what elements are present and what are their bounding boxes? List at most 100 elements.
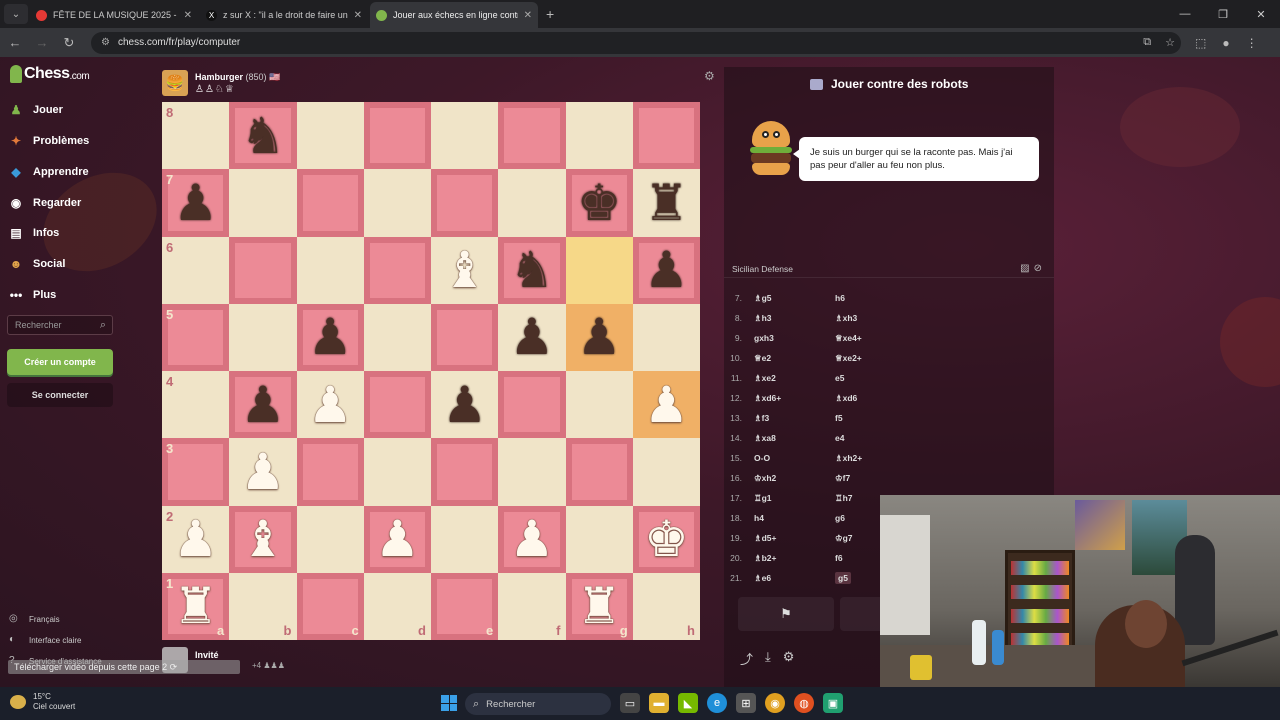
white-move[interactable]: ♗g5 [754, 293, 829, 304]
black-move[interactable]: e4 [829, 433, 909, 443]
square-c3[interactable] [296, 438, 364, 506]
black-move[interactable]: ♕xe2+ [829, 353, 909, 364]
square-g5[interactable]: ♟ [565, 303, 633, 371]
square-a7[interactable]: 7 ♟ [162, 169, 230, 237]
square-b1[interactable]: b [229, 572, 297, 640]
chess-board[interactable]: 8 ♞ 7 ♟ ♚ ♜ 6 ♝ ♞ ♟ 5 ♟ ♟ ♟ 4 ♟ ♟ ♟ ♟ 3 ♟ 2 ♟ ♝ ♟ ♟ ♚ 1 a ♜ b c d e f g ♜ h [162, 102, 700, 640]
download-icon[interactable]: ⤓ [765, 649, 771, 668]
sidebar-item-regarder[interactable]: ◉ Regarder [8, 195, 82, 211]
white-pawn-piece[interactable]: ♟ [308, 380, 353, 430]
square-h1[interactable]: h [632, 572, 700, 640]
file-explorer-icon[interactable]: ▬ [649, 693, 669, 713]
white-pawn-piece[interactable]: ♟ [375, 514, 420, 564]
black-move[interactable]: h6 [829, 293, 909, 303]
theme-toggle[interactable]: ◐ Interface claire [9, 634, 81, 646]
sidebar-item-social[interactable]: ☻ Social [8, 256, 66, 272]
forward-icon[interactable]: → [30, 35, 54, 50]
close-icon[interactable]: ✕ [524, 10, 532, 21]
extensions-icon[interactable]: ⬚ [1195, 36, 1206, 50]
reload-icon[interactable]: ↻ [57, 35, 81, 51]
square-b8[interactable]: ♞ [229, 102, 297, 170]
white-pawn-piece[interactable]: ♟ [644, 380, 689, 430]
menu-icon[interactable]: ⋮ [1246, 36, 1258, 50]
square-e5[interactable] [431, 303, 499, 371]
black-move[interactable]: ♗xh2+ [829, 453, 909, 464]
black-move[interactable]: f5 [829, 413, 909, 423]
square-b3[interactable]: ♟ [229, 438, 297, 506]
square-g6[interactable] [565, 236, 633, 304]
browser-tab-3[interactable]: Jouer aux échecs en ligne contr ✕ [370, 2, 538, 28]
sidebar-item-plus[interactable]: ••• Plus [8, 287, 57, 303]
square-b4[interactable]: ♟ [229, 371, 297, 439]
bot-avatar[interactable]: 🍔 [162, 70, 188, 96]
minimize-icon[interactable]: — [1166, 0, 1204, 28]
black-pawn-piece[interactable]: ♟ [173, 178, 218, 228]
url-field[interactable]: ⚙ chess.com/fr/play/computer ⧉ ☆ [91, 31, 1181, 54]
white-move[interactable]: ♗d5+ [754, 533, 829, 544]
maximize-icon[interactable]: ❐ [1204, 0, 1242, 28]
white-pawn-piece[interactable]: ♟ [240, 447, 285, 497]
white-pawn-piece[interactable]: ♟ [509, 514, 554, 564]
compass-icon[interactable]: ⊘ [1034, 263, 1046, 274]
square-h3[interactable] [632, 438, 700, 506]
square-a4[interactable]: 4 [162, 371, 230, 439]
white-move[interactable]: ♖g1 [754, 493, 829, 504]
taskbar-search[interactable]: ⌕ Rechercher [465, 693, 611, 715]
close-icon[interactable]: ✕ [184, 10, 192, 21]
black-pawn-piece[interactable]: ♟ [577, 312, 622, 362]
square-f2[interactable]: ♟ [498, 505, 566, 573]
white-move[interactable]: ♗f3 [754, 413, 829, 424]
sidebar-item-apprendre[interactable]: ◆ Apprendre [8, 164, 88, 180]
white-rook-piece[interactable]: ♜ [577, 581, 622, 631]
square-c4[interactable]: ♟ [296, 371, 364, 439]
browser-tab-2[interactable]: X z sur X : "il a le droit de faire un ✕ [200, 2, 368, 28]
black-pawn-piece[interactable]: ♟ [442, 380, 487, 430]
cast-icon[interactable]: ⧉ [1143, 36, 1151, 49]
chrome-icon[interactable]: ◉ [765, 693, 785, 713]
white-move[interactable]: ♗xd6+ [754, 393, 829, 404]
board-settings-gear-icon[interactable]: ⚙ [704, 69, 715, 83]
white-move[interactable]: ♔xh2 [754, 473, 829, 484]
square-f5[interactable]: ♟ [498, 303, 566, 371]
white-move[interactable]: ♗e6 [754, 573, 829, 584]
square-e2[interactable] [431, 505, 499, 573]
close-window-icon[interactable]: ✕ [1242, 0, 1280, 28]
sidebar-item-problemes[interactable]: ✦ Problèmes [8, 133, 89, 149]
square-c1[interactable]: c [296, 572, 364, 640]
square-c7[interactable] [296, 169, 364, 237]
chess-logo[interactable]: Chess .com [10, 65, 90, 83]
square-g2[interactable] [565, 505, 633, 573]
black-move[interactable]: ♗xh3 [829, 313, 909, 324]
black-pawn-piece[interactable]: ♟ [308, 312, 353, 362]
black-pawn-piece[interactable]: ♟ [644, 245, 689, 295]
opponent-name[interactable]: Hamburger (850) 🇺🇸 [195, 72, 280, 83]
square-d4[interactable] [363, 371, 431, 439]
square-g1[interactable]: g ♜ [565, 572, 633, 640]
square-d7[interactable] [363, 169, 431, 237]
square-b2[interactable]: ♝ [229, 505, 297, 573]
square-c2[interactable] [296, 505, 364, 573]
square-h2[interactable]: ♚ [632, 505, 700, 573]
login-button[interactable]: Se connecter [7, 383, 113, 407]
square-a1[interactable]: 1 a ♜ [162, 572, 230, 640]
square-c8[interactable] [296, 102, 364, 170]
square-c5[interactable]: ♟ [296, 303, 364, 371]
square-g4[interactable] [565, 371, 633, 439]
black-knight-piece[interactable]: ♞ [509, 245, 554, 295]
white-move[interactable]: O-O [754, 453, 829, 463]
app-icon[interactable]: ▣ [823, 693, 843, 713]
firefox-icon[interactable]: ◍ [794, 693, 814, 713]
square-e3[interactable] [431, 438, 499, 506]
close-icon[interactable]: ✕ [354, 10, 362, 21]
square-b5[interactable] [229, 303, 297, 371]
browser-tab-1[interactable]: FÊTE DE LA MUSIQUE 2025 - Yo ✕ [30, 2, 198, 28]
language-selector[interactable]: ◎ Français [9, 613, 60, 625]
white-bishop-piece[interactable]: ♝ [240, 514, 285, 564]
square-e8[interactable] [431, 102, 499, 170]
square-d1[interactable]: d [363, 572, 431, 640]
black-king-piece[interactable]: ♚ [577, 178, 622, 228]
black-move[interactable]: e5 [829, 373, 909, 383]
create-account-button[interactable]: Créer un compte [7, 349, 113, 375]
square-h8[interactable] [632, 102, 700, 170]
black-knight-piece[interactable]: ♞ [240, 111, 285, 161]
